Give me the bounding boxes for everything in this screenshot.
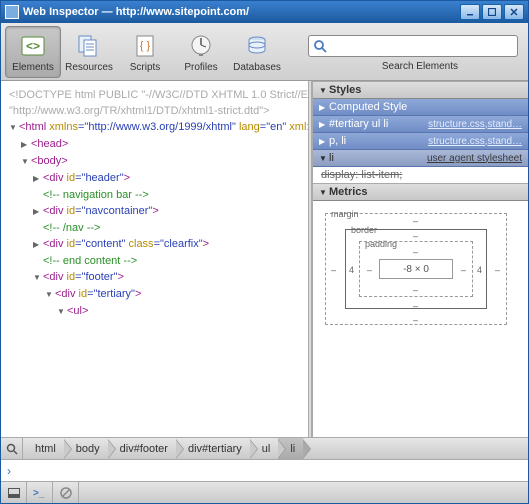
toolbar: <> Elements Resources { } Scripts Profil… bbox=[1, 23, 528, 81]
maximize-button[interactable] bbox=[482, 4, 502, 20]
tab-resources-label: Resources bbox=[65, 62, 113, 73]
svg-text:>_: >_ bbox=[33, 488, 45, 498]
padding-label: padding bbox=[365, 239, 397, 249]
dock-button[interactable] bbox=[1, 482, 27, 503]
div-header-node[interactable]: <div id="header"> bbox=[5, 170, 304, 187]
minimize-button[interactable] bbox=[460, 4, 480, 20]
search-icon-small[interactable] bbox=[1, 438, 23, 459]
div-content-node[interactable]: <div id="content" class="clearfix"> bbox=[5, 236, 304, 253]
doctype-line2: "http://www.w3.org/TR/xhtml1/DTD/xhtml1-… bbox=[5, 103, 304, 119]
html-node[interactable]: <html xmlns="http://www.w3.org/1999/xhtm… bbox=[5, 119, 304, 136]
tab-databases-label: Databases bbox=[233, 62, 281, 73]
sidebar: Styles Computed Style #tertiary ul listr… bbox=[312, 81, 528, 437]
metrics-box: -8 × 0 margin border padding – – – – – –… bbox=[313, 201, 528, 437]
clear-button[interactable] bbox=[53, 482, 79, 503]
console-prompt[interactable]: › bbox=[1, 459, 528, 481]
div-footer-node[interactable]: <div id="footer"> bbox=[5, 269, 304, 286]
tab-scripts[interactable]: { } Scripts bbox=[117, 26, 173, 78]
comment-navend[interactable]: <!-- /nav --> bbox=[5, 220, 304, 236]
style-rule-2[interactable]: p, listructure.css,stand… bbox=[313, 133, 528, 150]
doctype-line: <!DOCTYPE html PUBLIC "-//W3C//DTD XHTML… bbox=[5, 87, 304, 103]
bottom-bar: >_ bbox=[1, 481, 528, 503]
profiles-icon bbox=[187, 32, 215, 60]
elements-icon: <> bbox=[19, 32, 47, 60]
close-button[interactable] bbox=[504, 4, 524, 20]
breadcrumb: html body div#footer div#tertiary ul li bbox=[1, 437, 528, 459]
titlebar[interactable]: Web Inspector — http://www.sitepoint.com… bbox=[1, 1, 528, 23]
head-node[interactable]: <head> bbox=[5, 136, 304, 153]
metrics-section-header[interactable]: Metrics bbox=[313, 183, 528, 201]
search-label: Search Elements bbox=[382, 61, 458, 72]
tab-resources[interactable]: Resources bbox=[61, 26, 117, 78]
margin-label: margin bbox=[331, 209, 359, 219]
div-navcontainer-node[interactable]: <div id="navcontainer"> bbox=[5, 203, 304, 220]
comment-endcontent[interactable]: <!-- end content --> bbox=[5, 253, 304, 269]
svg-text:{ }: { } bbox=[140, 40, 151, 52]
body-node[interactable]: <body> bbox=[5, 153, 304, 170]
svg-text:<>: <> bbox=[26, 39, 40, 53]
tab-scripts-label: Scripts bbox=[130, 62, 161, 73]
style-rule-1[interactable]: #tertiary ul listructure.css,stand… bbox=[313, 116, 528, 133]
main-area: <!DOCTYPE html PUBLIC "-//W3C//DTD XHTML… bbox=[1, 81, 528, 437]
tab-profiles[interactable]: Profiles bbox=[173, 26, 229, 78]
scripts-icon: { } bbox=[131, 32, 159, 60]
app-icon bbox=[5, 5, 19, 19]
ul-node[interactable]: <ul> bbox=[5, 303, 304, 320]
dom-tree[interactable]: <!DOCTYPE html PUBLIC "-//W3C//DTD XHTML… bbox=[1, 81, 308, 437]
div-tertiary-node[interactable]: <div id="tertiary"> bbox=[5, 286, 304, 303]
style-rule-3-body[interactable]: display: list-item; bbox=[313, 167, 528, 183]
crumb-html[interactable]: html bbox=[23, 438, 64, 459]
tab-profiles-label: Profiles bbox=[184, 62, 217, 73]
tab-elements[interactable]: <> Elements bbox=[5, 26, 61, 78]
tab-elements-label: Elements bbox=[12, 62, 54, 73]
style-rule-3[interactable]: liuser agent stylesheet bbox=[313, 150, 528, 167]
web-inspector-window: Web Inspector — http://www.sitepoint.com… bbox=[0, 0, 529, 504]
tab-databases[interactable]: Databases bbox=[229, 26, 285, 78]
crumb-footer[interactable]: div#footer bbox=[108, 438, 176, 459]
computed-style-row[interactable]: Computed Style bbox=[313, 99, 528, 116]
search-input-wrapper[interactable] bbox=[308, 35, 518, 57]
search-icon bbox=[313, 39, 327, 53]
styles-section-header[interactable]: Styles bbox=[313, 81, 528, 99]
console-toggle-button[interactable]: >_ bbox=[27, 482, 53, 503]
border-label: border bbox=[351, 225, 377, 235]
crumb-tertiary[interactable]: div#tertiary bbox=[176, 438, 250, 459]
comment-nav[interactable]: <!-- navigation bar --> bbox=[5, 187, 304, 203]
content-box: -8 × 0 bbox=[379, 259, 453, 279]
resources-icon bbox=[75, 32, 103, 60]
search-input[interactable] bbox=[331, 40, 513, 52]
window-title: Web Inspector — http://www.sitepoint.com… bbox=[23, 6, 249, 18]
databases-icon bbox=[243, 32, 271, 60]
